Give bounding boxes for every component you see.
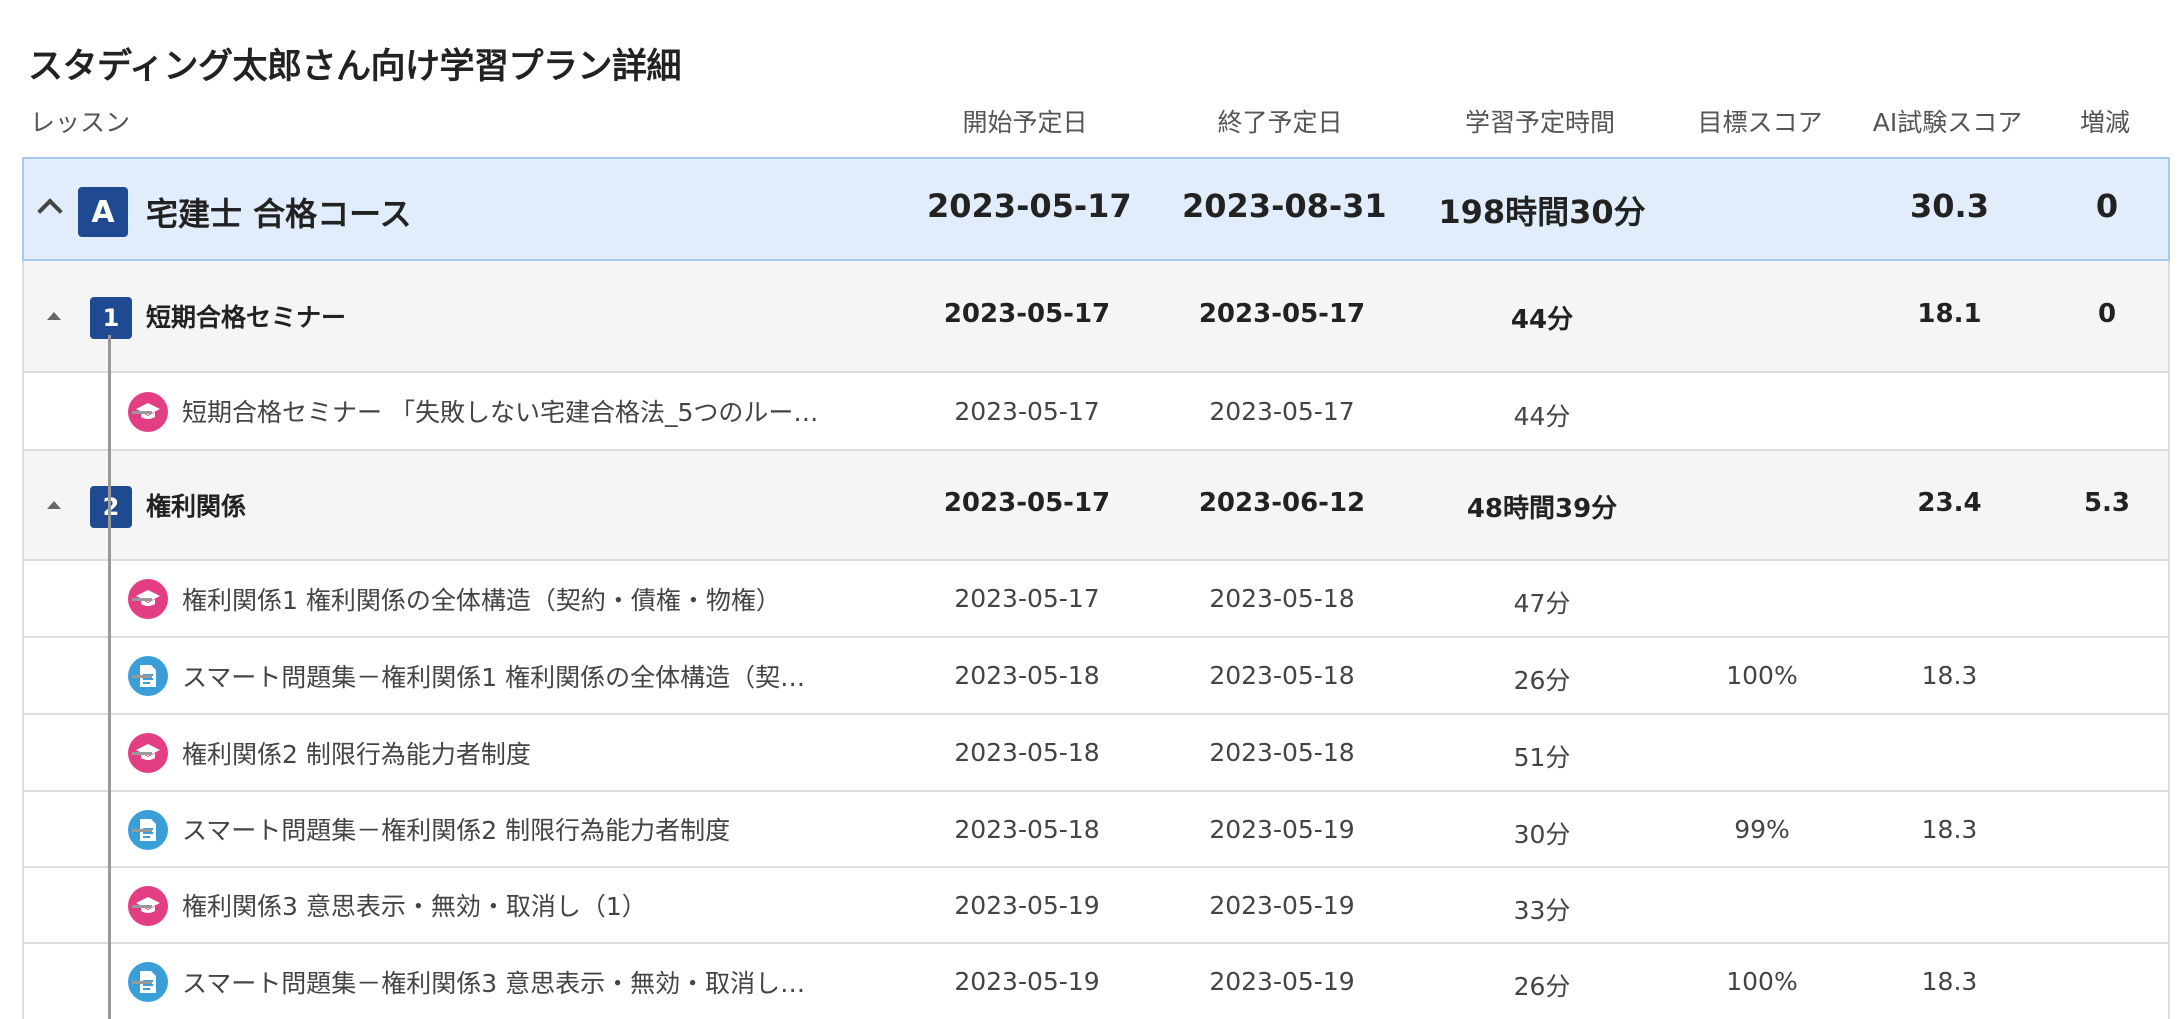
lesson-start-date: 2023-05-19 [954,891,1100,920]
lesson-end-date: 2023-05-19 [1209,967,1355,996]
lesson-row[interactable]: 権利関係3 意思表示・無効・取消し（1） 2023-05-19 2023-05-… [22,868,2170,944]
section-row[interactable]: 2 権利関係 2023-05-17 2023-06-12 48時間39分 23.… [22,451,2170,561]
lesson-start-date: 2023-05-18 [954,815,1100,844]
section-ai-score: 23.4 [1917,488,1982,518]
section-row[interactable]: 1 短期合格セミナー 2023-05-17 2023-05-17 44分 18.… [22,261,2170,373]
course-start-date: 2023-05-17 [927,187,1132,225]
section-end-date: 2023-05-17 [1198,299,1366,329]
section-study-time: 48時間39分 [1466,494,1618,524]
lesson-title[interactable]: 権利関係2 制限行為能力者制度 [182,715,531,790]
lesson-title[interactable]: スマート問題集－権利関係3 意思表示・無効・取消し… [182,944,805,1019]
lesson-start-date: 2023-05-17 [954,397,1100,426]
section-end-date: 2023-06-12 [1198,488,1366,518]
section-badge: 2 [90,486,132,528]
lesson-row[interactable]: 権利関係2 制限行為能力者制度 2023-05-18 2023-05-18 51… [22,715,2170,792]
tree-connector-branch [132,598,152,601]
course-row[interactable]: A 宅建士 合格コース 2023-05-17 2023-08-31 198時間3… [22,157,2170,261]
lesson-ai-score: 18.3 [1921,661,1978,690]
section-title: 短期合格セミナー [146,303,347,332]
section-change: 0 [2097,299,2117,329]
course-study-time: 198時間30分 [1438,193,1646,231]
lesson-end-date: 2023-05-19 [1209,891,1355,920]
column-header-ai-score: AI試験スコア [1872,108,2023,137]
lesson-row[interactable]: 短期合格セミナー 「失敗しない宅建合格法_5つのルー… 2023-05-17 2… [22,373,2170,451]
section-start-date: 2023-05-17 [943,299,1111,329]
course-title: 宅建士 合格コース [146,195,412,233]
lesson-row[interactable]: スマート問題集－権利関係1 権利関係の全体構造（契… 2023-05-18 20… [22,638,2170,715]
section-ai-score: 18.1 [1917,299,1982,329]
section-title: 権利関係 [146,492,247,521]
lesson-row[interactable]: スマート問題集－権利関係2 制限行為能力者制度 2023-05-18 2023-… [22,792,2170,868]
page-title: スタディング太郎さん向け学習プラン詳細 [28,47,682,87]
column-header-study-time: 学習予定時間 [1464,108,1615,137]
lesson-start-date: 2023-05-19 [954,967,1100,996]
tree-connector-line [108,335,111,1019]
column-header-change: 増減 [2079,108,2130,137]
lesson-ai-score: 18.3 [1921,967,1978,996]
course-badge: A [78,187,128,237]
course-ai-score: 30.3 [1910,187,1989,225]
section-study-time: 44分 [1510,305,1574,335]
lesson-title[interactable]: 短期合格セミナー 「失敗しない宅建合格法_5つのルー… [182,373,818,449]
lesson-start-date: 2023-05-17 [954,584,1100,613]
lesson-start-date: 2023-05-18 [954,661,1100,690]
tree-connector-branch [132,905,152,908]
lesson-title[interactable]: スマート問題集－権利関係2 制限行為能力者制度 [182,792,730,866]
lesson-title[interactable]: 権利関係1 権利関係の全体構造（契約・債権・物権） [182,561,781,636]
lesson-title[interactable]: スマート問題集－権利関係1 権利関係の全体構造（契… [182,638,805,713]
lesson-end-date: 2023-05-19 [1209,815,1355,844]
lesson-study-time: 51分 [1513,743,1571,772]
lesson-ai-score: 18.3 [1921,815,1978,844]
tree-connector-branch [132,411,152,414]
lesson-end-date: 2023-05-18 [1209,738,1355,767]
tree-connector-branch [132,752,152,755]
lesson-study-time: 33分 [1513,896,1571,925]
column-header-start: 開始予定日 [962,108,1088,137]
section-badge: 1 [90,297,132,339]
column-header-end: 終了予定日 [1217,108,1343,137]
lesson-target-score: 99% [1734,815,1790,844]
lesson-target-score: 100% [1726,967,1798,996]
lesson-end-date: 2023-05-18 [1209,661,1355,690]
lesson-row[interactable]: 権利関係1 権利関係の全体構造（契約・債権・物権） 2023-05-17 202… [22,561,2170,638]
chevron-up-icon[interactable] [37,198,63,224]
section-start-date: 2023-05-17 [943,488,1111,518]
lesson-row[interactable]: スマート問題集－権利関係3 意思表示・無効・取消し… 2023-05-19 20… [22,944,2170,1019]
column-header-target-score: 目標スコア [1697,108,1823,137]
tree-connector-branch [132,675,152,678]
chevron-up-icon[interactable] [47,501,61,509]
lesson-end-date: 2023-05-17 [1209,397,1355,426]
lesson-target-score: 100% [1726,661,1798,690]
tree-connector-branch [132,981,152,984]
lesson-title[interactable]: 権利関係3 意思表示・無効・取消し（1） [182,868,647,942]
chevron-up-icon[interactable] [47,312,61,320]
column-header-lesson: レッスン [30,108,131,137]
tree-connector-branch [132,829,152,832]
lesson-study-time: 30分 [1513,820,1571,849]
course-change: 0 [2095,187,2119,225]
course-end-date: 2023-08-31 [1182,187,1387,225]
lesson-end-date: 2023-05-18 [1209,584,1355,613]
lesson-study-time: 26分 [1513,666,1571,695]
lesson-study-time: 44分 [1513,402,1571,431]
lesson-study-time: 26分 [1513,972,1571,1001]
lesson-study-time: 47分 [1513,589,1571,618]
lesson-start-date: 2023-05-18 [954,738,1100,767]
section-change: 5.3 [2083,488,2131,518]
